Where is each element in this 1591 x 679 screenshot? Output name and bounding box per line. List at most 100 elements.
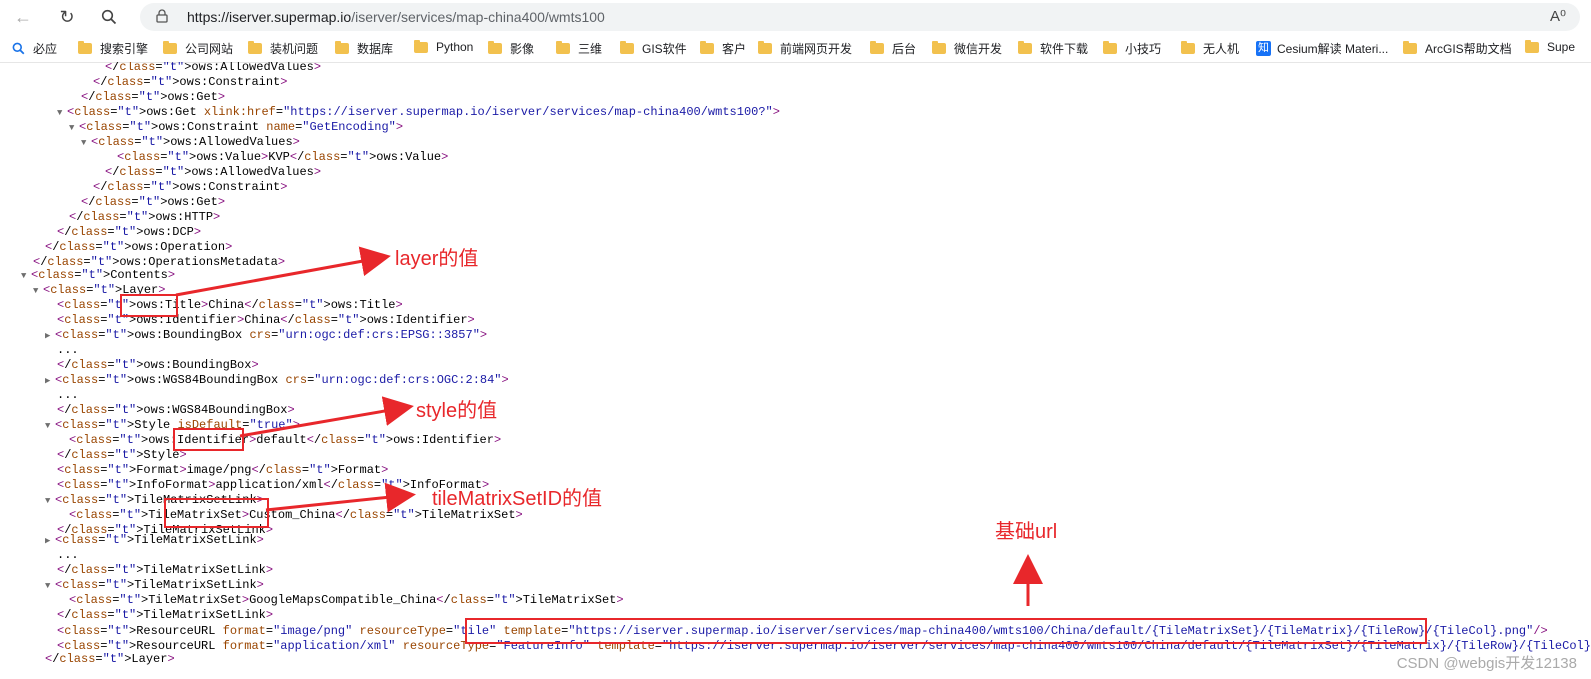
- bookmark-label: GIS软件: [642, 42, 687, 56]
- collapse-triangle-icon[interactable]: ▼: [45, 494, 55, 509]
- folder-icon: [1018, 41, 1032, 54]
- collapse-triangle-icon[interactable]: ▼: [21, 269, 31, 284]
- url-host: https://iserver.supermap.io: [187, 9, 352, 25]
- bookmarks-bar: 必应 搜索引擎 公司网站 装机问题 数据库 Python 影像 三维 GIS软件 客户 前端网页开发…: [0, 34, 1591, 63]
- bookmark-label: Supe: [1547, 40, 1576, 54]
- xml-line[interactable]: ▶ <class="t">TileMatrixSetLink>: [45, 533, 264, 548]
- xml-line: </class="t">TileMatrixSetLink>: [57, 563, 273, 578]
- folder-icon: [1403, 41, 1417, 54]
- xml-line-text: </class="t">ows:HTTP>: [69, 210, 221, 224]
- back-arrow-icon[interactable]: ←: [10, 5, 36, 29]
- bookmark-item[interactable]: GIS软件: [620, 40, 687, 57]
- watermark: CSDN @webgis开发12138: [1396, 655, 1577, 672]
- bookmark-item[interactable]: 搜索引擎: [78, 40, 148, 57]
- bookmark-item[interactable]: Python: [414, 39, 474, 54]
- xml-line-text: </class="t">ows:Get>: [81, 195, 226, 209]
- reader-mode-icon[interactable]: A⁰: [1550, 7, 1566, 25]
- bookmark-item[interactable]: 前端网页开发: [758, 40, 852, 57]
- xml-line[interactable]: ▶ <class="t">ows:WGS84BoundingBox crs="ur…: [45, 373, 509, 388]
- collapse-triangle-icon[interactable]: ▼: [45, 419, 55, 434]
- folder-icon: [1103, 41, 1117, 54]
- bookmark-label: 客户: [722, 42, 747, 56]
- bookmark-item[interactable]: 软件下载: [1018, 40, 1088, 57]
- bookmark-item[interactable]: 微信开发: [932, 40, 1002, 57]
- xml-line[interactable]: ▼ <class="t">TileMatrixSetLink>: [45, 578, 264, 593]
- xml-line-text: </class="t">ows:Get>: [81, 90, 226, 104]
- highlight-style-value: [173, 428, 244, 451]
- xml-line-text: </class="t">TileMatrixSetLink>: [57, 563, 274, 577]
- bookmark-item[interactable]: Supe: [1525, 39, 1576, 54]
- folder-icon: [414, 39, 428, 53]
- collapse-triangle-icon[interactable]: ▼: [81, 136, 91, 151]
- xml-line[interactable]: ▼ <class="t">ows:Constraint name="GetEnco…: [69, 120, 403, 135]
- folder-icon: [556, 41, 570, 54]
- xml-line: <class="t">TileMatrixSet>GoogleMapsCompa…: [69, 593, 624, 608]
- xml-line-text: </class="t">ows:AllowedValues>: [105, 62, 322, 74]
- xml-line-text: <class="t">ows:Identifier>default</class…: [69, 433, 502, 447]
- highlight-base-url: [465, 618, 1427, 644]
- xml-line: </class="t">Style>: [57, 448, 187, 463]
- note-layer: layer的值: [395, 248, 479, 270]
- bookmark-label: 后台: [892, 42, 917, 56]
- collapse-triangle-icon[interactable]: ▼: [57, 106, 67, 121]
- collapse-triangle-icon[interactable]: ▼: [45, 579, 55, 594]
- xml-line: </class="t">ows:AllowedValues>: [105, 165, 321, 180]
- bookmark-item[interactable]: 必应: [12, 40, 57, 57]
- highlight-layer-value: [120, 294, 178, 317]
- address-bar[interactable]: https://iserver.supermap.io/iserver/serv…: [140, 3, 1580, 31]
- expand-triangle-icon[interactable]: ▶: [45, 374, 55, 389]
- xml-line-text: <class="t">TileMatrixSet>GoogleMapsCompa…: [69, 593, 624, 607]
- xml-line[interactable]: ▼ <class="t">Contents>: [21, 268, 175, 283]
- bookmark-item[interactable]: 客户: [700, 40, 746, 57]
- xml-line-text: <class="t">Contents>: [31, 268, 176, 282]
- xml-line[interactable]: ▶ <class="t">ows:BoundingBox crs="urn:ogc…: [45, 328, 487, 343]
- bookmark-item[interactable]: 三维: [556, 40, 602, 57]
- xml-line-text: </class="t">ows:Operation>: [45, 240, 233, 254]
- bookmark-label: 搜索引擎: [100, 42, 149, 56]
- bookmark-item[interactable]: 知 Cesium解读 Materi...: [1256, 40, 1388, 57]
- note-style: style的值: [416, 400, 498, 422]
- xml-line: </class="t">ows:Operation>: [45, 240, 232, 255]
- xml-line: </class="t">ows:Get>: [81, 195, 225, 210]
- search-icon[interactable]: [96, 5, 122, 29]
- collapse-triangle-icon[interactable]: ▼: [33, 284, 43, 299]
- collapse-triangle-icon[interactable]: ▼: [69, 121, 79, 136]
- bookmark-label: 公司网站: [185, 42, 234, 56]
- expand-triangle-icon[interactable]: ▶: [45, 329, 55, 344]
- xml-line: </class="t">ows:DCP>: [57, 225, 201, 240]
- xml-line-text: </class="t">ows:WGS84BoundingBox>: [57, 403, 295, 417]
- bookmark-item[interactable]: 公司网站: [163, 40, 233, 57]
- bookmark-label: 必应: [33, 42, 58, 56]
- url-text[interactable]: https://iserver.supermap.io/iserver/serv…: [187, 9, 605, 25]
- xml-line-text: </class="t">Layer>: [45, 652, 175, 666]
- bookmark-item[interactable]: 装机问题: [248, 40, 318, 57]
- folder-icon: [163, 41, 177, 54]
- expand-triangle-icon[interactable]: ▶: [45, 534, 55, 549]
- bookmark-item[interactable]: 后台: [870, 40, 916, 57]
- folder-icon: [620, 41, 634, 54]
- xml-line-text: ...: [57, 548, 79, 562]
- xml-line: </class="t">ows:Constraint>: [93, 75, 287, 90]
- bookmark-label: 微信开发: [954, 42, 1003, 56]
- bookmark-item[interactable]: 小技巧: [1103, 40, 1161, 57]
- bookmark-item[interactable]: ArcGIS帮助文档: [1403, 40, 1512, 57]
- xml-line[interactable]: ▼ <class="t">ows:Get xlink:href="https://…: [57, 105, 780, 120]
- folder-icon: [700, 41, 714, 54]
- lock-icon: [156, 9, 168, 26]
- xml-line: ...: [57, 388, 79, 403]
- folder-icon: [870, 41, 884, 54]
- xml-line: <class="t">ows:Value>KVP</class="t">ows:…: [117, 150, 448, 165]
- xml-line-text: ...: [57, 388, 79, 402]
- xml-line: </class="t">ows:HTTP>: [69, 210, 220, 225]
- xml-line-text: </class="t">ows:OperationsMetadata>: [33, 255, 286, 269]
- note-tms: tileMatrixSetID的值: [432, 488, 603, 510]
- zhihu-icon: 知: [1256, 41, 1271, 56]
- bookmark-label: Python: [436, 40, 474, 54]
- xml-line-text: <class="t">ows:WGS84BoundingBox crs="urn…: [55, 373, 509, 387]
- reload-icon[interactable]: ↻: [54, 5, 80, 29]
- bookmark-item[interactable]: 无人机: [1181, 40, 1239, 57]
- bookmark-item[interactable]: 影像: [488, 40, 534, 57]
- note-base-url: 基础url: [995, 521, 1058, 543]
- bookmark-item[interactable]: 数据库: [335, 40, 393, 57]
- xml-line[interactable]: ▼ <class="t">ows:AllowedValues>: [81, 135, 300, 150]
